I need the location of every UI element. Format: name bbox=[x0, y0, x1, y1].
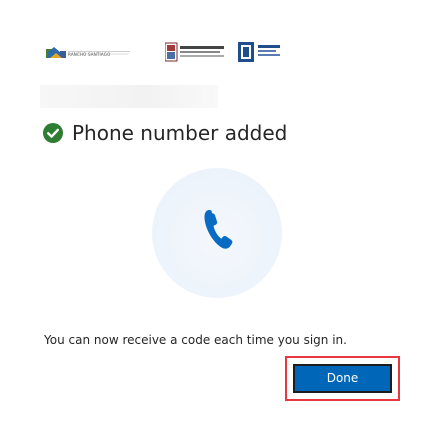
santiago-canyon-college-logo bbox=[238, 42, 280, 62]
title-text: Phone number added bbox=[72, 121, 288, 145]
account-placeholder-band bbox=[40, 85, 218, 108]
confirmation-message: You can now receive a code each time you… bbox=[44, 333, 347, 347]
rancho-santiago-logo-text: RANCHO SANTIAGO bbox=[68, 52, 111, 57]
phone-icon bbox=[204, 210, 233, 249]
mfa-setup-page: RANCHO SANTIAGO Phone number added You c… bbox=[0, 0, 439, 440]
santa-ana-college-logo bbox=[165, 42, 224, 62]
page-title: Phone number added bbox=[43, 120, 287, 146]
done-button-highlight: Done bbox=[285, 356, 400, 401]
check-circle-icon bbox=[43, 123, 63, 143]
institution-logos: RANCHO SANTIAGO bbox=[46, 40, 286, 64]
done-button[interactable]: Done bbox=[293, 364, 392, 393]
phone-illustration bbox=[152, 168, 282, 298]
